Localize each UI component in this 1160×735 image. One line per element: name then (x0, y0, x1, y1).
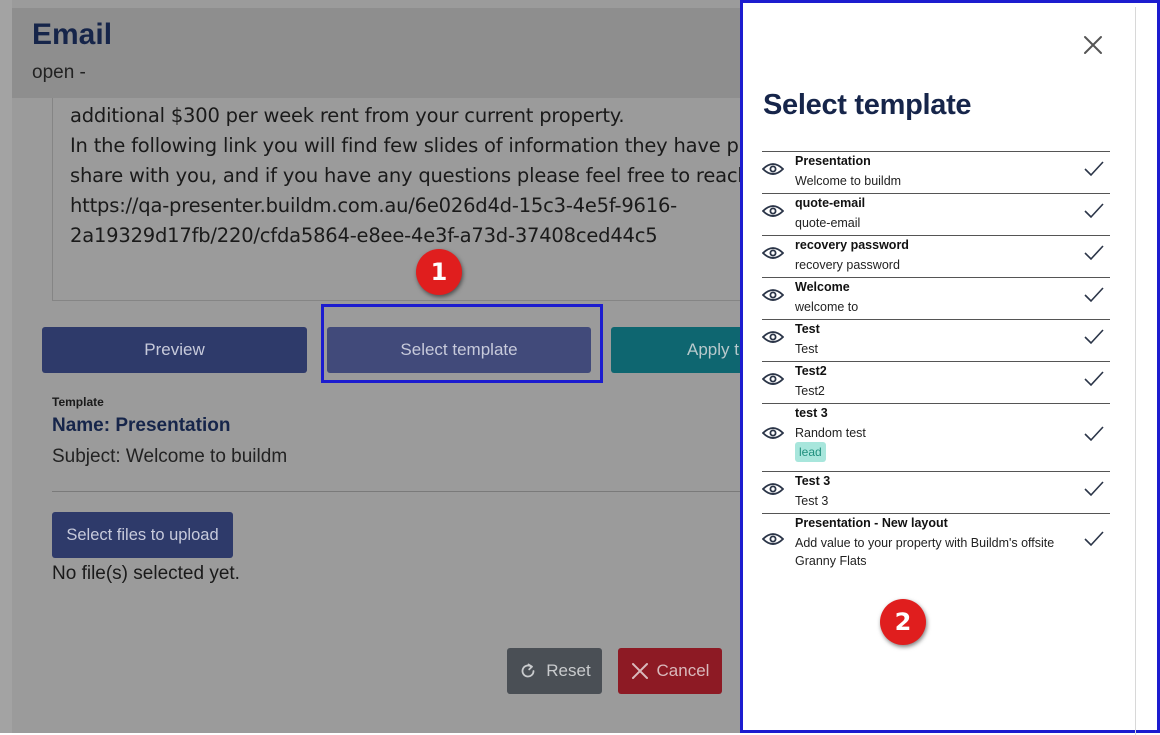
checkmark-icon[interactable] (1084, 371, 1104, 387)
checkmark-icon[interactable] (1084, 531, 1104, 547)
eye-icon[interactable] (762, 246, 784, 260)
panel-title: Select template (763, 89, 972, 121)
close-icon[interactable] (1081, 33, 1105, 57)
message-line: In the following link you will find few … (70, 134, 758, 157)
template-item-subject: Test2 (795, 384, 825, 398)
annotation-highlight-select-template (321, 304, 603, 383)
template-list-item[interactable]: recovery password recovery password (762, 235, 1110, 277)
template-item-subject: welcome to (795, 300, 859, 314)
template-item-subject: Add value to your property with Buildm's… (795, 536, 1055, 568)
template-list-item[interactable]: Test2 Test2 (762, 361, 1110, 403)
template-item-name: Test (795, 322, 820, 336)
template-item-name: quote-email (795, 196, 866, 210)
template-list-item[interactable]: Welcome welcome to (762, 277, 1110, 319)
cancel-label: Cancel (656, 661, 710, 680)
template-list-item[interactable]: test 3 Random test lead (762, 403, 1110, 471)
checkmark-icon[interactable] (1084, 245, 1104, 261)
template-list-item[interactable]: Test Test (762, 319, 1110, 361)
select-files-button[interactable]: Select files to upload (52, 512, 233, 558)
email-status: open - (32, 62, 86, 83)
template-item-name: Test 3 (795, 474, 831, 488)
eye-icon[interactable] (762, 288, 784, 302)
template-item-subject: Test (795, 342, 818, 356)
eye-icon[interactable] (762, 532, 784, 546)
message-line: 2a19329d17fb/220/cfda5864-e8ee-4e3f-a73d… (70, 224, 658, 247)
template-section-label: Template (52, 395, 104, 409)
template-subject: Subject: Welcome to buildm (52, 446, 288, 467)
panel-scrollbar-track[interactable] (1135, 7, 1136, 735)
template-item-subject: recovery password (795, 258, 900, 272)
preview-button[interactable]: Preview (42, 327, 307, 373)
template-item-subject: quote-email (795, 216, 861, 230)
eye-icon[interactable] (762, 204, 784, 218)
template-list-item[interactable]: Test 3 Test 3 (762, 471, 1110, 513)
template-item-subject: Welcome to buildm (795, 174, 902, 188)
divider (52, 491, 752, 492)
left-edge (0, 0, 12, 733)
template-list-item[interactable]: Presentation Welcome to buildm (762, 151, 1110, 193)
template-item-name: recovery password (795, 238, 909, 252)
eye-icon[interactable] (762, 372, 784, 386)
message-line: https://qa-presenter.buildm.com.au/6e026… (70, 194, 677, 217)
reset-icon (521, 663, 535, 678)
checkmark-icon[interactable] (1084, 426, 1104, 442)
checkmark-icon[interactable] (1084, 329, 1104, 345)
checkmark-icon[interactable] (1084, 481, 1104, 497)
template-list: Presentation Welcome to buildm quote-ema… (762, 151, 1110, 571)
annotation-badge-2: 2 (880, 599, 926, 645)
email-header: Email open - (12, 8, 752, 98)
template-item-name: Presentation - New layout (795, 516, 948, 530)
template-item-subject: Random test (795, 426, 866, 440)
message-line: share with you, and if you have any ques… (70, 164, 750, 187)
eye-icon[interactable] (762, 482, 784, 496)
template-list-item[interactable]: Presentation - New layout Add value to y… (762, 513, 1110, 571)
eye-icon[interactable] (762, 162, 784, 176)
reset-label: Reset (546, 661, 591, 680)
page-title: Email (32, 18, 113, 51)
template-item-subject: Test 3 (795, 494, 829, 508)
annotation-badge-1: 1 (416, 249, 462, 295)
message-body-editor[interactable]: additional $300 per week rent from your … (52, 98, 772, 301)
template-item-name: test 3 (795, 406, 828, 420)
template-list-item[interactable]: quote-email quote-email (762, 193, 1110, 235)
checkmark-icon[interactable] (1084, 203, 1104, 219)
eye-icon[interactable] (762, 330, 784, 344)
template-item-name: Test2 (795, 364, 827, 378)
template-name: Name: Presentation (52, 415, 231, 436)
cancel-button[interactable]: Cancel (618, 648, 722, 694)
template-item-name: Welcome (795, 280, 850, 294)
upload-status: No file(s) selected yet. (52, 563, 240, 584)
checkmark-icon[interactable] (1084, 287, 1104, 303)
eye-icon[interactable] (762, 426, 784, 440)
message-line: additional $300 per week rent from your … (70, 104, 625, 127)
reset-button[interactable]: Reset (507, 648, 602, 694)
template-item-name: Presentation (795, 154, 871, 168)
template-tag: lead (795, 442, 826, 462)
x-icon (631, 663, 648, 679)
checkmark-icon[interactable] (1084, 161, 1104, 177)
select-template-panel: Select template Presentation Welcome to … (740, 0, 1160, 735)
